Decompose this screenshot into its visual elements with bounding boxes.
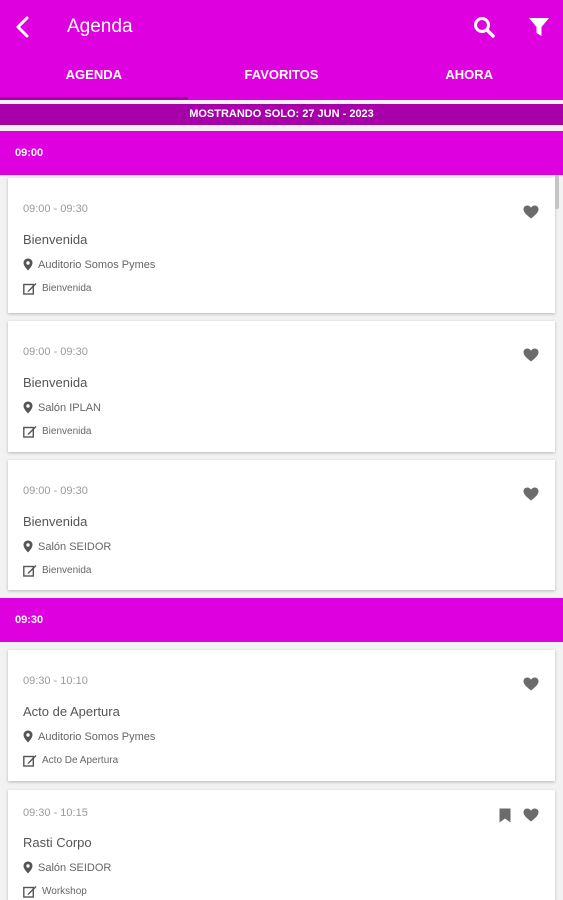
session-name: Bienvenida — [23, 514, 88, 529]
tab-agenda[interactable]: AGENDA — [0, 56, 188, 100]
session-time: 09:00 - 09:30 — [23, 485, 88, 497]
session-location-label: Salón SEIDOR — [38, 861, 112, 874]
session-type: Bienvenida — [23, 425, 91, 438]
heart-icon — [523, 205, 539, 219]
session-type-label: Bienvenida — [42, 426, 92, 437]
favorite-button[interactable] — [521, 202, 541, 222]
edit-icon — [23, 565, 37, 577]
tab-favoritos[interactable]: FAVORITOS — [188, 56, 376, 100]
favorite-button[interactable] — [521, 805, 541, 825]
session-type-label: Acto De Apertura — [42, 755, 119, 766]
scrollbar[interactable] — [555, 175, 559, 209]
session-location-label: Salón IPLAN — [38, 401, 101, 414]
page-title: Agenda — [67, 16, 133, 37]
tab-bar: AGENDA FAVORITOS AHORA — [0, 56, 563, 100]
date-filter-banner[interactable]: MOSTRANDO SOLO: 27 JUN - 2023 — [0, 104, 563, 125]
session-type: Acto De Apertura — [23, 754, 118, 767]
app-bar: Agenda AGENDA FAVORITOS AHORA — [0, 0, 563, 100]
session-time: 09:30 - 10:15 — [23, 807, 88, 819]
session-type-label: Bienvenida — [42, 283, 92, 294]
bookmark-icon — [497, 805, 513, 825]
tab-ahora[interactable]: AHORA — [375, 56, 563, 100]
session-location: Auditorio Somos Pymes — [23, 730, 155, 743]
heart-icon — [523, 348, 539, 362]
back-button[interactable] — [10, 14, 36, 40]
filter-button[interactable] — [526, 14, 552, 40]
session-card[interactable]: 09:00 - 09:30 Bienvenida Salón IPLAN Bie… — [8, 321, 555, 452]
session-type: Bienvenida — [23, 282, 91, 295]
time-slot-header: 09:30 — [0, 598, 563, 642]
edit-icon — [23, 283, 37, 295]
location-pin-icon — [23, 401, 33, 414]
location-pin-icon — [23, 861, 33, 874]
location-pin-icon — [23, 730, 33, 743]
session-name: Rasti Corpo — [23, 835, 92, 850]
session-time: 09:00 - 09:30 — [23, 203, 88, 215]
heart-icon — [523, 677, 539, 691]
session-location-label: Salón SEIDOR — [38, 540, 112, 553]
session-type-label: Workshop — [42, 886, 87, 897]
location-pin-icon — [23, 540, 33, 553]
session-location: Salón SEIDOR — [23, 540, 111, 553]
favorite-button[interactable] — [521, 345, 541, 365]
session-location-label: Auditorio Somos Pymes — [38, 258, 156, 271]
edit-icon — [23, 886, 37, 898]
favorite-button[interactable] — [521, 484, 541, 504]
session-time: 09:00 - 09:30 — [23, 346, 88, 358]
session-type-label: Bienvenida — [42, 565, 92, 576]
session-name: Bienvenida — [23, 375, 88, 390]
session-type: Workshop — [23, 885, 87, 898]
heart-icon — [523, 808, 539, 822]
session-card[interactable]: 09:30 - 10:15 Rasti Corpo Salón SEIDOR W… — [8, 790, 555, 900]
session-location: Auditorio Somos Pymes — [23, 258, 155, 271]
favorite-button[interactable] — [521, 674, 541, 694]
edit-icon — [23, 426, 37, 438]
location-pin-icon — [23, 258, 33, 271]
time-slot-header: 09:00 — [0, 131, 563, 175]
session-time: 09:30 - 10:10 — [23, 675, 88, 687]
chevron-left-icon — [16, 16, 29, 38]
filter-icon — [529, 18, 549, 36]
session-name: Acto de Apertura — [23, 704, 120, 719]
session-card[interactable]: 09:30 - 10:10 Acto de Apertura Auditorio… — [8, 650, 555, 781]
session-location-label: Auditorio Somos Pymes — [38, 730, 156, 743]
edit-icon — [23, 755, 37, 767]
session-card[interactable]: 09:00 - 09:30 Bienvenida Salón SEIDOR Bi… — [8, 460, 555, 590]
session-location: Salón SEIDOR — [23, 861, 111, 874]
session-name: Bienvenida — [23, 232, 88, 247]
search-icon — [474, 17, 495, 38]
heart-icon — [523, 487, 539, 501]
session-card[interactable]: 09:00 - 09:30 Bienvenida Auditorio Somos… — [8, 178, 555, 313]
search-button[interactable] — [471, 14, 497, 40]
session-type: Bienvenida — [23, 564, 91, 577]
session-location: Salón IPLAN — [23, 401, 101, 414]
